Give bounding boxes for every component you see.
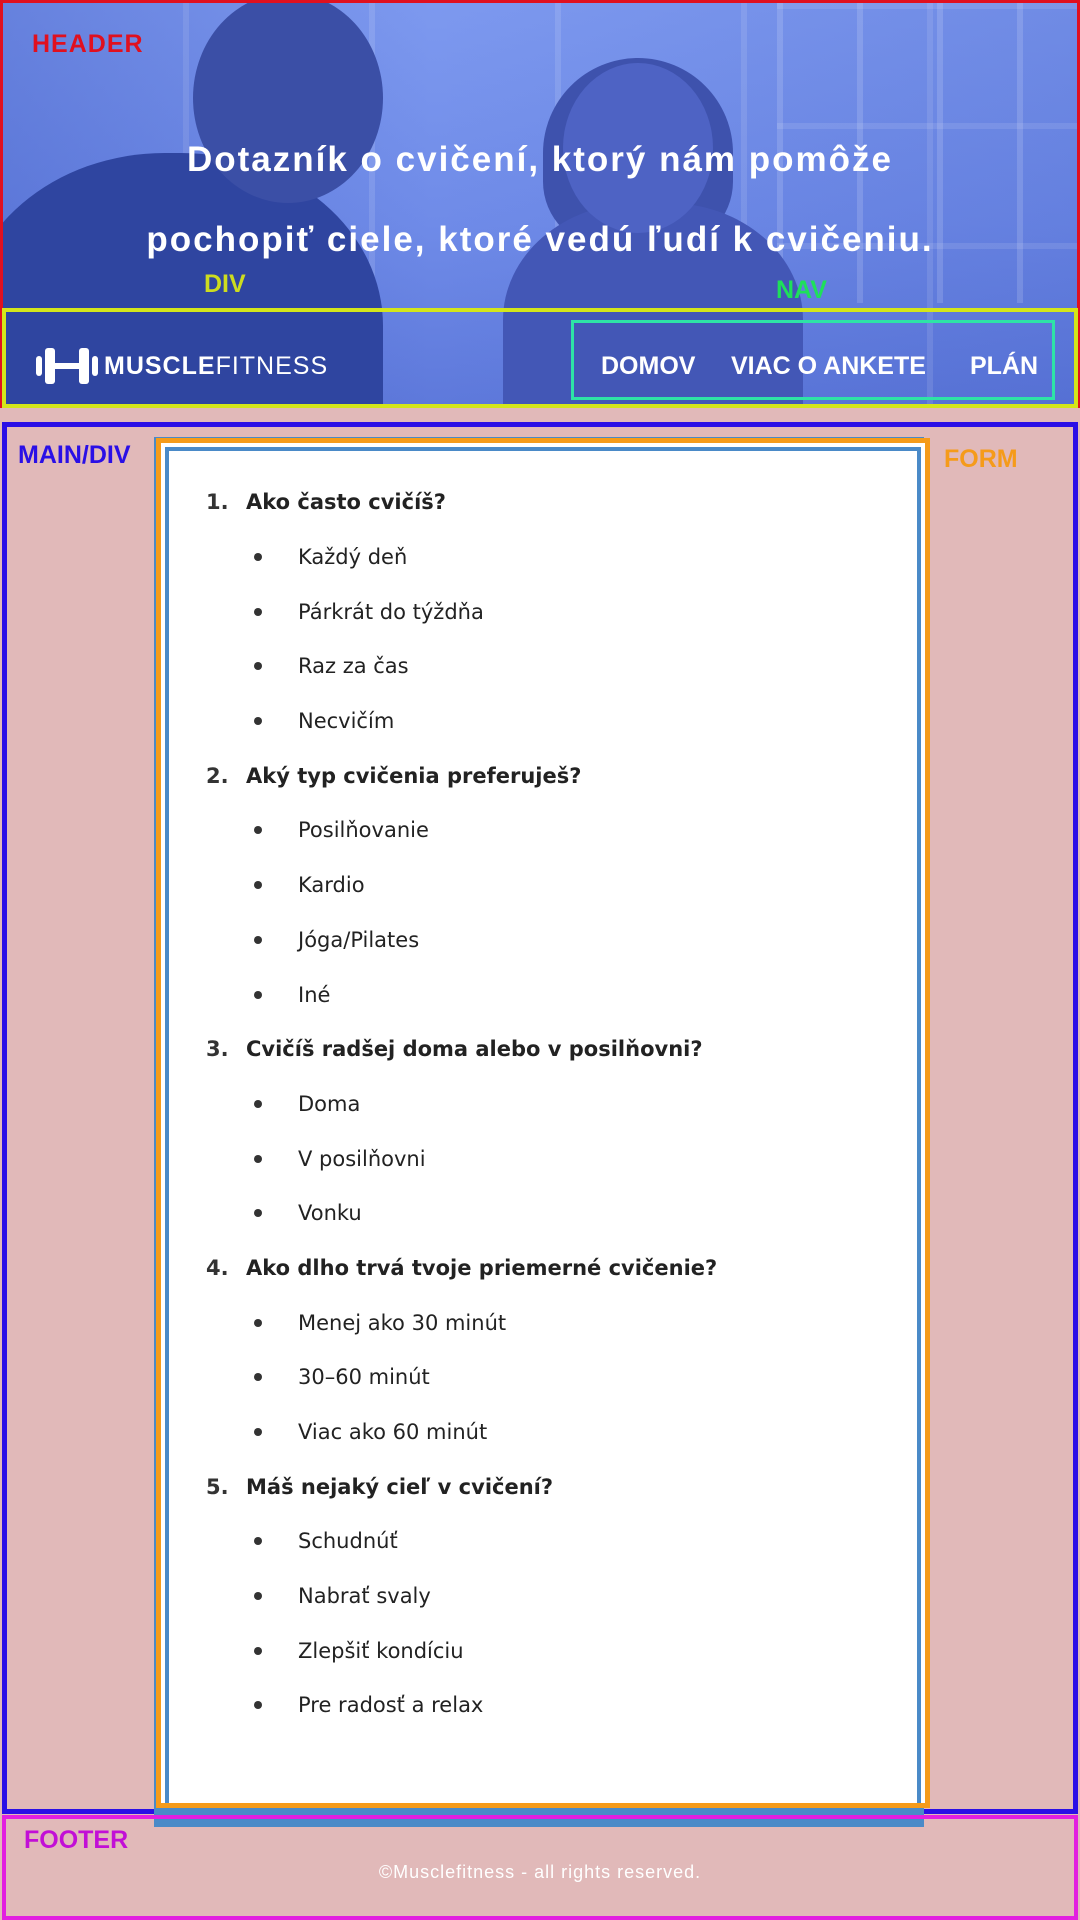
option-item[interactable]: 30–60 minút bbox=[206, 1350, 717, 1405]
copyright-text: ©Musclefitness - all rights reserved. bbox=[378, 1862, 702, 1882]
option-item[interactable]: Raz za čas bbox=[206, 639, 717, 694]
option-item[interactable]: Posilňovanie bbox=[206, 803, 717, 858]
option-label: Jóga/Pilates bbox=[298, 927, 420, 952]
option-item[interactable]: Iné bbox=[206, 967, 717, 1022]
question-4: 4. Ako dlho trvá tvoje priemerné cvičenie… bbox=[206, 1241, 717, 1296]
option-label: Párkrát do týždňa bbox=[298, 599, 484, 624]
option-label: Schudnúť bbox=[298, 1529, 398, 1554]
bullet-icon bbox=[254, 1373, 262, 1382]
question-1: 1. Ako často cvičíš? bbox=[206, 475, 717, 530]
bullet-icon bbox=[254, 662, 262, 671]
nav-link-plan[interactable]: PLÁN bbox=[970, 352, 1038, 381]
logo-text-bold: MUSCLE bbox=[104, 351, 216, 380]
option-item[interactable]: Schudnúť bbox=[206, 1514, 717, 1569]
question-number: 5. bbox=[206, 1474, 229, 1499]
option-label: Doma bbox=[298, 1091, 361, 1116]
bullet-icon bbox=[254, 717, 262, 726]
dumbbell-icon bbox=[36, 348, 98, 384]
bullet-icon bbox=[254, 1537, 262, 1546]
option-item[interactable]: Párkrát do týždňa bbox=[206, 584, 717, 639]
option-item[interactable]: Kardio bbox=[206, 858, 717, 913]
bullet-icon bbox=[254, 1209, 262, 1218]
option-item[interactable]: V posilňovni bbox=[206, 1131, 717, 1186]
bullet-icon bbox=[254, 935, 262, 944]
nav-link-viac-o-ankete[interactable]: VIAC O ANKETE bbox=[731, 352, 926, 381]
option-label: Vonku bbox=[298, 1201, 362, 1226]
bullet-icon bbox=[254, 607, 262, 616]
option-label: Menej ako 30 minút bbox=[298, 1310, 507, 1335]
option-item[interactable]: Jóga/Pilates bbox=[206, 913, 717, 968]
question-number: 2. bbox=[206, 763, 229, 788]
question-list: 1. Ako často cvičíš? Každý deň Párkrát do… bbox=[206, 475, 717, 1733]
bullet-icon bbox=[254, 1646, 262, 1655]
option-label: Necvičím bbox=[298, 709, 395, 734]
bullet-icon bbox=[254, 1154, 262, 1163]
bullet-icon bbox=[254, 1592, 262, 1601]
page-title-line-2: pochopiť ciele, ktoré vedú ľudí k cvičen… bbox=[146, 220, 934, 259]
bullet-icon bbox=[254, 1099, 262, 1108]
question-number: 3. bbox=[206, 1037, 229, 1062]
option-item[interactable]: Doma bbox=[206, 1077, 717, 1132]
option-item[interactable]: Viac ako 60 minút bbox=[206, 1405, 717, 1460]
option-label: Zlepšiť kondíciu bbox=[298, 1638, 464, 1663]
option-label: Iné bbox=[298, 982, 331, 1007]
page-title-line-1: Dotazník o cvičení, ktorý nám pomôže bbox=[186, 140, 894, 179]
footer-annotation-label: FOOTER bbox=[24, 1826, 129, 1854]
main-annotation-label: MAIN/DIV bbox=[18, 441, 131, 469]
bullet-icon bbox=[254, 553, 262, 562]
question-text: Aký typ cvičenia preferuješ? bbox=[246, 763, 582, 788]
option-label: 30–60 minút bbox=[298, 1365, 430, 1390]
question-number: 4. bbox=[206, 1255, 229, 1280]
option-item[interactable]: Nabrať svaly bbox=[206, 1569, 717, 1624]
bullet-icon bbox=[254, 826, 262, 835]
header-annotation-label: HEADER bbox=[32, 30, 144, 58]
option-label: Pre radosť a relax bbox=[298, 1693, 484, 1718]
question-text: Ako dlho trvá tvoje priemerné cvičenie? bbox=[246, 1255, 718, 1280]
question-text: Ako často cvičíš? bbox=[246, 490, 446, 515]
question-number: 1. bbox=[206, 490, 229, 515]
div-annotation-label: DIV bbox=[204, 270, 246, 298]
nav-annotation-label: NAV bbox=[776, 276, 827, 304]
bullet-icon bbox=[254, 1318, 262, 1327]
bullet-icon bbox=[254, 990, 262, 999]
question-text: Máš nejaký cieľ v cvičení? bbox=[246, 1474, 554, 1499]
option-label: Viac ako 60 minút bbox=[298, 1420, 488, 1445]
option-label: V posilňovni bbox=[298, 1146, 426, 1171]
option-label: Posilňovanie bbox=[298, 818, 429, 843]
option-item[interactable]: Pre radosť a relax bbox=[206, 1678, 717, 1733]
question-3: 3. Cvičíš radšej doma alebo v posilňovni? bbox=[206, 1022, 717, 1077]
bullet-icon bbox=[254, 881, 262, 890]
logo-text: MUSCLEFITNESS bbox=[104, 352, 328, 381]
logo-text-light: FITNESS bbox=[215, 351, 329, 380]
bullet-icon bbox=[254, 1701, 262, 1710]
option-label: Raz za čas bbox=[298, 654, 409, 679]
option-label: Každý deň bbox=[298, 545, 408, 570]
form-annotation-label: FORM bbox=[944, 445, 1018, 473]
option-item[interactable]: Necvičím bbox=[206, 694, 717, 749]
question-text: Cvičíš radšej doma alebo v posilňovni? bbox=[246, 1037, 703, 1062]
nav-link-domov[interactable]: DOMOV bbox=[601, 352, 695, 381]
bullet-icon bbox=[254, 1428, 262, 1437]
option-item[interactable]: Každý deň bbox=[206, 530, 717, 585]
option-label: Kardio bbox=[298, 873, 365, 898]
site-logo[interactable]: MUSCLEFITNESS bbox=[36, 348, 328, 384]
page-title: Dotazník o cvičení, ktorý nám pomôže poc… bbox=[60, 120, 1020, 280]
option-label: Nabrať svaly bbox=[298, 1584, 431, 1609]
option-item[interactable]: Vonku bbox=[206, 1186, 717, 1241]
question-2: 2. Aký typ cvičenia preferuješ? bbox=[206, 748, 717, 803]
question-5: 5. Máš nejaký cieľ v cvičení? bbox=[206, 1459, 717, 1514]
option-item[interactable]: Zlepšiť kondíciu bbox=[206, 1623, 717, 1678]
option-item[interactable]: Menej ako 30 minút bbox=[206, 1295, 717, 1350]
